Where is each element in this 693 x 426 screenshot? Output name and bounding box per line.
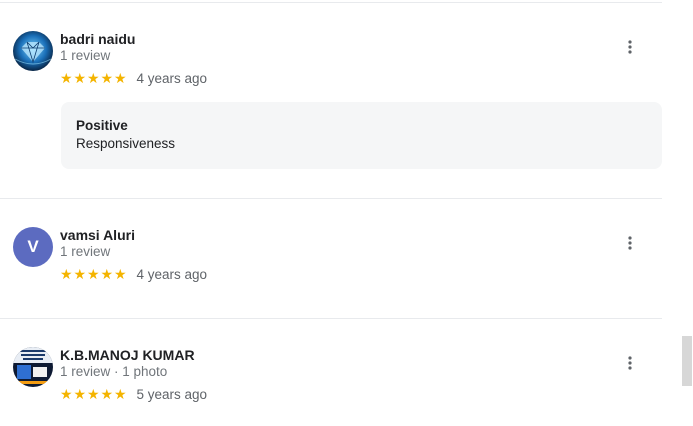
reviewer-avatar[interactable] bbox=[13, 347, 53, 387]
reviewer-meta[interactable]: 1 review · 1 photo bbox=[60, 363, 167, 381]
star-rating: ★ ★ ★ ★ ★ bbox=[60, 387, 128, 401]
star-icon: ★ bbox=[60, 386, 73, 402]
divider bbox=[0, 198, 662, 199]
more-options-button[interactable] bbox=[618, 231, 642, 255]
more-options-button[interactable] bbox=[618, 351, 642, 375]
reviewer-avatar[interactable]: V bbox=[13, 227, 53, 267]
star-rating: ★ ★ ★ ★ ★ bbox=[60, 71, 128, 85]
star-icon: ★ bbox=[87, 386, 100, 402]
review-time: 4 years ago bbox=[136, 70, 208, 86]
star-icon: ★ bbox=[100, 70, 114, 86]
star-rating: ★ ★ ★ ★ ★ bbox=[60, 267, 128, 281]
star-icon: ★ bbox=[114, 70, 127, 86]
star-icon: ★ bbox=[60, 70, 73, 86]
star-icon: ★ bbox=[87, 266, 100, 282]
more-vert-icon bbox=[628, 356, 632, 370]
star-icon: ★ bbox=[100, 386, 114, 402]
review-highlight: Positive Responsiveness bbox=[61, 102, 662, 169]
star-icon: ★ bbox=[114, 266, 127, 282]
reviewer-meta[interactable]: 1 review bbox=[60, 243, 110, 261]
more-options-button[interactable] bbox=[618, 35, 642, 59]
star-icon: ★ bbox=[87, 70, 100, 86]
review-time: 4 years ago bbox=[136, 266, 208, 282]
star-icon: ★ bbox=[114, 386, 127, 402]
star-icon: ★ bbox=[73, 386, 87, 402]
star-icon: ★ bbox=[100, 266, 114, 282]
highlight-value: Responsiveness bbox=[76, 136, 176, 151]
reviewer-meta[interactable]: 1 review bbox=[60, 47, 110, 65]
divider bbox=[0, 2, 662, 3]
reviewer-avatar[interactable] bbox=[13, 31, 53, 71]
rating-row: ★ ★ ★ ★ ★ 4 years ago bbox=[60, 69, 207, 87]
review-time: 5 years ago bbox=[136, 386, 208, 402]
avatar-letter: V bbox=[27, 237, 39, 256]
reviewer-name[interactable]: K.B.MANOJ KUMAR bbox=[60, 346, 195, 364]
rating-row: ★ ★ ★ ★ ★ 5 years ago bbox=[60, 385, 207, 403]
reviewer-name[interactable]: badri naidu bbox=[60, 30, 135, 48]
scrollbar-thumb[interactable] bbox=[682, 336, 692, 386]
star-icon: ★ bbox=[73, 266, 87, 282]
avatar-photo bbox=[13, 31, 53, 71]
divider bbox=[0, 318, 662, 319]
star-icon: ★ bbox=[73, 70, 87, 86]
more-vert-icon bbox=[628, 236, 632, 250]
rating-row: ★ ★ ★ ★ ★ 4 years ago bbox=[60, 265, 207, 283]
highlight-title: Positive bbox=[76, 118, 128, 133]
more-vert-icon bbox=[628, 40, 632, 54]
avatar-photo bbox=[13, 347, 53, 387]
reviews-page: badri naidu 1 review ★ ★ ★ ★ ★ 4 years a… bbox=[0, 0, 693, 426]
reviewer-name[interactable]: vamsi Aluri bbox=[60, 226, 135, 244]
star-icon: ★ bbox=[60, 266, 73, 282]
